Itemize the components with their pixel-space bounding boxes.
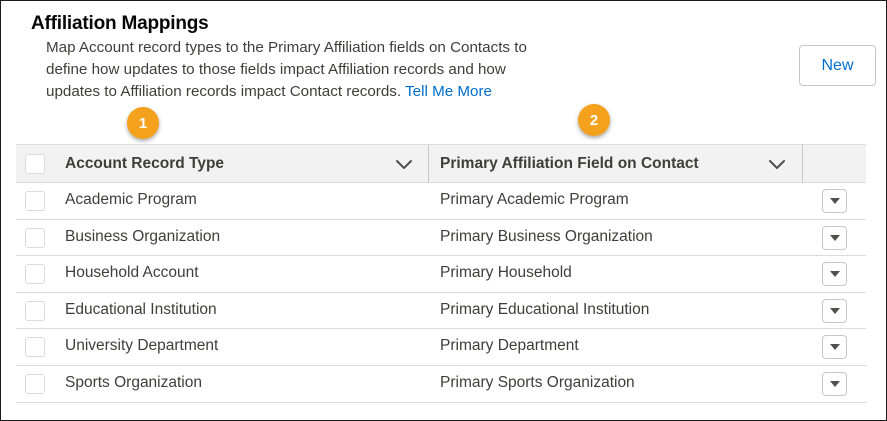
mappings-table: Account Record Type Primary Affiliation … — [16, 144, 866, 403]
column-divider[interactable] — [802, 145, 803, 183]
description-line-1: Map Account record types to the Primary … — [46, 39, 527, 56]
row-actions-button[interactable] — [822, 262, 847, 287]
caret-down-icon — [829, 307, 840, 314]
column-header-account-record-type[interactable]: Account Record Type — [65, 155, 224, 173]
primary-affiliation-field-cell: Primary Educational Institution — [440, 300, 650, 318]
tell-me-more-link[interactable]: Tell Me More — [405, 83, 492, 100]
caret-down-icon — [829, 344, 840, 351]
row-checkbox[interactable] — [25, 191, 45, 211]
table-row: University Department Primary Department — [16, 329, 866, 366]
row-checkbox[interactable] — [25, 337, 45, 358]
description: Map Account record types to the Primary … — [46, 37, 566, 103]
caret-down-icon — [829, 271, 840, 278]
table-row: Household Account Primary Household — [16, 256, 866, 293]
account-record-type-cell: Academic Program — [65, 191, 197, 208]
affiliation-mappings-panel: Affiliation Mappings Map Account record … — [0, 0, 887, 421]
row-checkbox[interactable] — [25, 227, 45, 248]
table-row: Sports Organization Primary Sports Organ… — [16, 366, 866, 403]
table-header: Account Record Type Primary Affiliation … — [16, 144, 866, 183]
primary-affiliation-field-cell: Primary Department — [440, 337, 579, 355]
primary-affiliation-field-cell: Primary Sports Organization — [440, 373, 635, 391]
select-all-checkbox[interactable] — [25, 154, 45, 174]
table-row: Academic Program Primary Academic Progra… — [16, 183, 866, 220]
primary-affiliation-field-cell: Primary Household — [440, 264, 572, 282]
account-record-type-cell: Educational Institution — [65, 300, 217, 318]
account-record-type-cell: University Department — [65, 337, 219, 355]
row-actions-button[interactable] — [822, 189, 847, 213]
row-checkbox[interactable] — [25, 264, 45, 285]
row-checkbox[interactable] — [25, 373, 45, 394]
row-actions-button[interactable] — [822, 335, 847, 360]
caret-down-icon — [829, 198, 840, 204]
description-line-3: updates to Affiliation records impact Co… — [46, 83, 402, 100]
account-record-type-cell: Household Account — [65, 264, 199, 282]
chevron-down-icon[interactable] — [395, 157, 413, 171]
page-title: Affiliation Mappings — [31, 13, 209, 34]
description-line-2: define how updates to those fields impac… — [46, 61, 506, 78]
account-record-type-cell: Sports Organization — [65, 373, 202, 391]
primary-affiliation-field-cell: Primary Business Organization — [440, 227, 653, 245]
chevron-down-icon[interactable] — [768, 157, 786, 171]
column-divider[interactable] — [428, 145, 429, 183]
new-button[interactable]: New — [799, 45, 876, 86]
column-header-primary-affiliation-field[interactable]: Primary Affiliation Field on Contact — [440, 155, 699, 173]
caret-down-icon — [829, 234, 840, 241]
row-actions-button[interactable] — [822, 225, 847, 250]
primary-affiliation-field-cell: Primary Academic Program — [440, 191, 629, 208]
row-actions-button[interactable] — [822, 371, 847, 396]
callout-badge-1: 1 — [127, 107, 159, 139]
account-record-type-cell: Business Organization — [65, 227, 221, 245]
row-checkbox[interactable] — [25, 300, 45, 321]
table-row: Business Organization Primary Business O… — [16, 220, 866, 257]
table-row: Educational Institution Primary Educatio… — [16, 293, 866, 330]
caret-down-icon — [829, 380, 840, 387]
callout-badge-2: 2 — [578, 104, 610, 136]
row-actions-button[interactable] — [822, 298, 847, 323]
